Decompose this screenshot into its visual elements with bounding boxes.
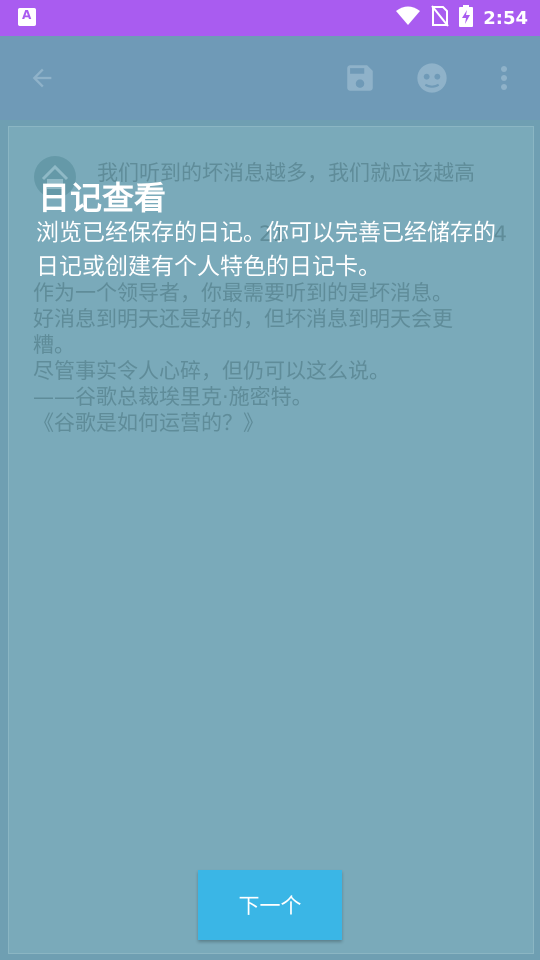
app-notification-icon: A [18, 8, 36, 26]
avatar-icon[interactable] [414, 60, 450, 96]
more-vert-icon[interactable] [486, 60, 522, 96]
no-sim-icon [431, 5, 449, 31]
status-bar: A 2:54 [0, 0, 540, 36]
entry-line: 《谷歌是如何运营的？》 [33, 411, 264, 435]
app-bar [0, 36, 540, 120]
status-time: 2:54 [483, 7, 528, 29]
save-icon[interactable] [342, 60, 378, 96]
wifi-icon [395, 6, 421, 30]
tutorial-title: 日记查看 [38, 179, 167, 217]
back-arrow-icon[interactable] [24, 60, 60, 96]
entry-line: 好消息到明天还是好的，但坏消息到明天会更 [33, 307, 453, 331]
entry-line: 尽管事实令人心碎，但仍可以这么说。 [33, 359, 390, 383]
app-badge-letter: A [22, 8, 32, 22]
entry-line: 糟。 [33, 333, 75, 357]
next-button[interactable]: 下一个 [198, 870, 342, 940]
entry-line: ——谷歌总裁埃里克·施密特。 [33, 385, 313, 409]
entry-body: 作为一个领导者，你最需要听到的是坏消息。 好消息到明天还是好的，但坏消息到明天会… [33, 280, 493, 436]
tutorial-description: 浏览已经保存的日记。你可以完善已经储存的日记或创建有个人特色的日记卡。 [36, 220, 496, 280]
battery-charging-icon [459, 5, 474, 31]
